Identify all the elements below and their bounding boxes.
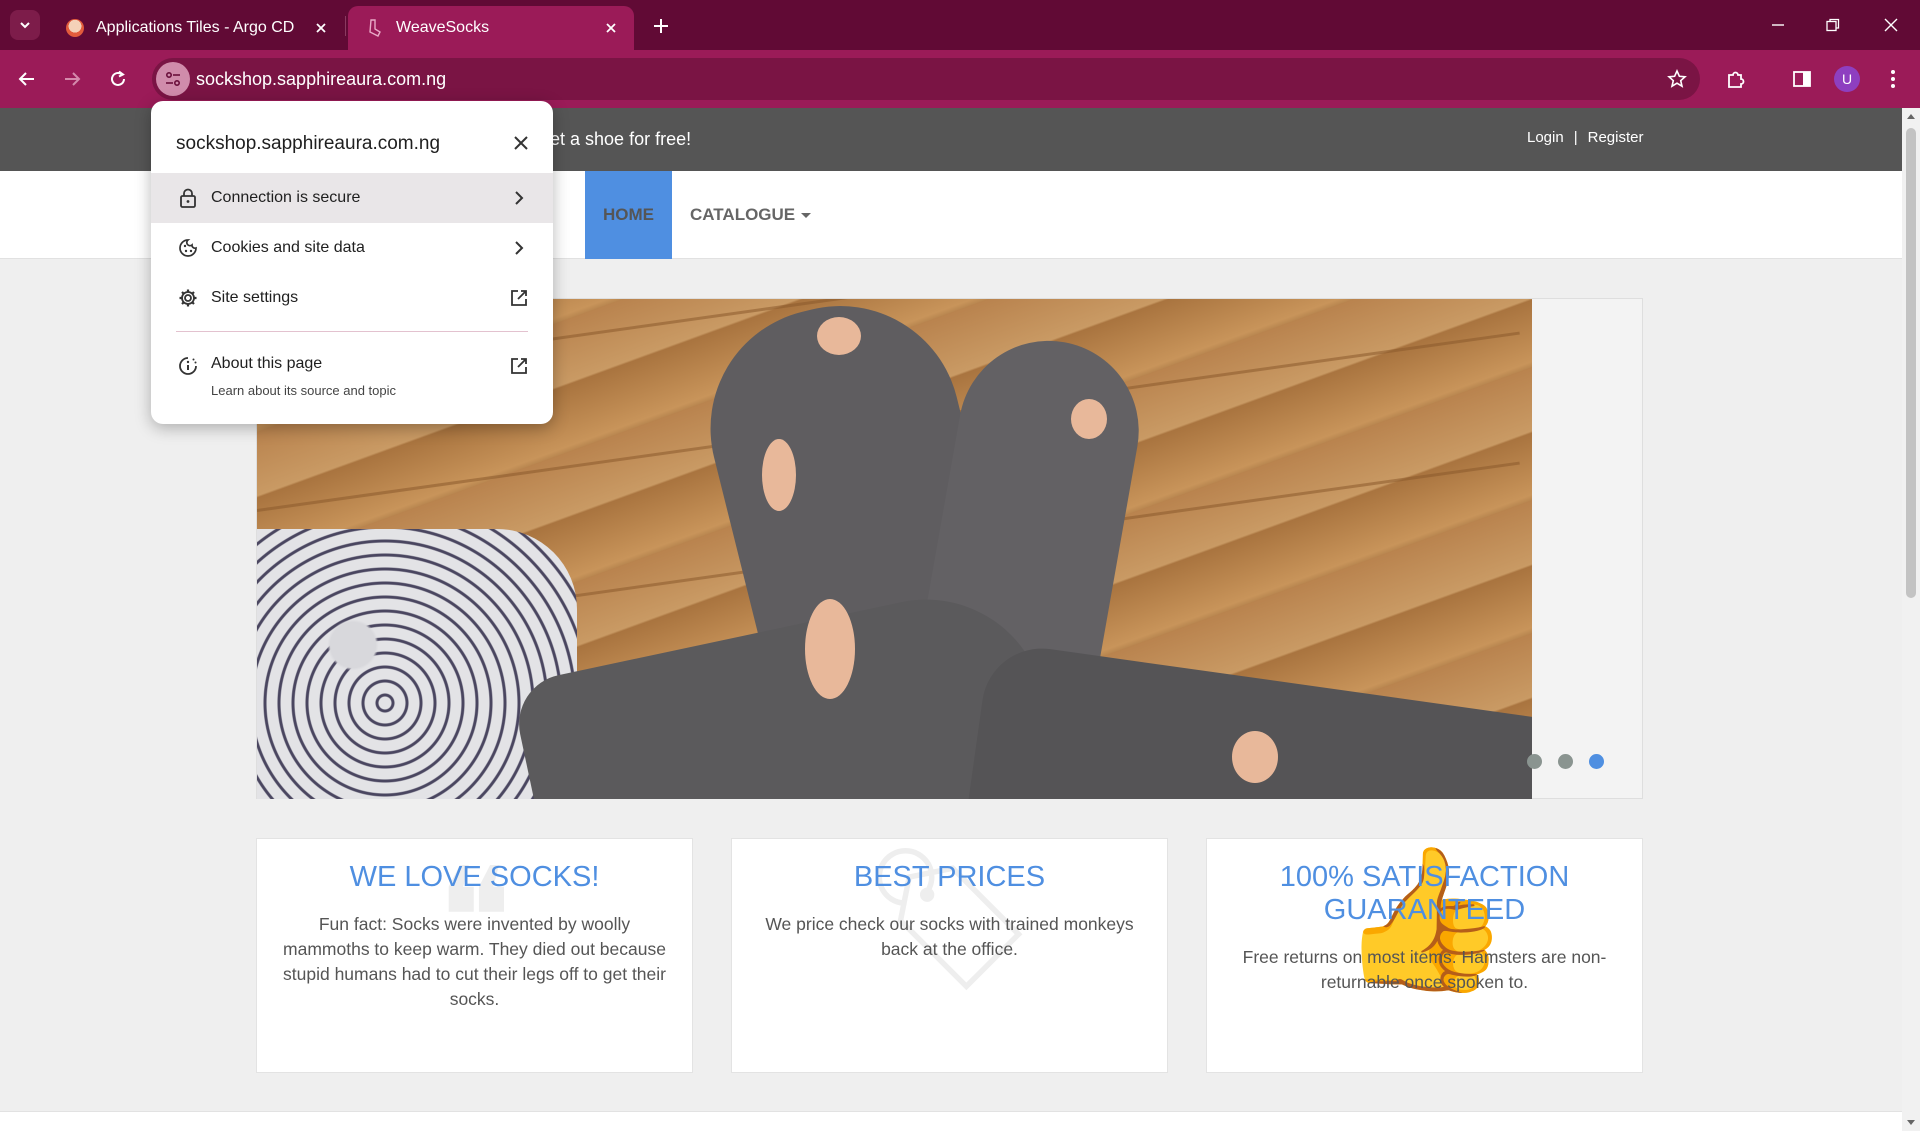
tab-title: WeaveSocks — [396, 19, 490, 36]
feature-card: 👍 100% SATISFACTION GUARANTEED Free retu… — [1206, 838, 1643, 1073]
sock-hole — [762, 439, 796, 511]
bookmark-star-button[interactable] — [1664, 66, 1690, 92]
about-page-icon — [176, 354, 200, 378]
reload-icon — [111, 70, 125, 86]
more-vertical-icon — [1891, 70, 1895, 88]
tab-argo-cd[interactable]: Applications Tiles - Argo CD — [48, 6, 344, 50]
nav-home-link[interactable]: HOME — [585, 171, 672, 259]
popup-host: sockshop.sapphireaura.com.ng — [176, 133, 441, 154]
browser-menu-button[interactable] — [1878, 64, 1908, 94]
minimize-icon — [1772, 24, 1784, 26]
site-settings-item[interactable]: Site settings — [151, 273, 553, 323]
side-panel-button[interactable] — [1787, 64, 1817, 94]
argo-favicon-icon — [66, 19, 84, 37]
caret-down-icon — [801, 213, 812, 219]
auth-separator: | — [1573, 129, 1578, 146]
about-this-page-label: About this page — [211, 355, 323, 372]
tab-separator — [345, 16, 346, 36]
popup-divider — [176, 331, 528, 332]
restore-button[interactable] — [1818, 12, 1848, 38]
tab-title: Applications Tiles - Argo CD — [96, 19, 295, 36]
side-panel-icon — [1793, 71, 1811, 87]
page-scrollbar[interactable] — [1902, 108, 1920, 1131]
close-window-button[interactable] — [1876, 12, 1906, 38]
carousel-indicators — [1527, 754, 1604, 769]
arrow-left-icon — [18, 72, 34, 86]
close-tab-icon[interactable] — [600, 17, 622, 39]
url-text: sockshop.sapphireaura.com.ng — [196, 69, 447, 89]
site-info-button[interactable] — [156, 62, 190, 96]
next-section — [0, 1111, 1902, 1131]
scroll-up-arrow-icon[interactable] — [1907, 114, 1915, 119]
external-link-icon — [507, 286, 531, 310]
scrollbar-thumb[interactable] — [1906, 128, 1916, 598]
close-icon — [1884, 18, 1898, 32]
connection-secure-label: Connection is secure — [211, 189, 361, 206]
address-bar[interactable]: sockshop.sapphireaura.com.ng — [152, 58, 1700, 100]
gear-icon — [176, 286, 200, 310]
close-icon — [514, 136, 528, 150]
restore-icon — [1826, 18, 1840, 32]
feature-text: We price check our socks with trained mo… — [765, 914, 1134, 959]
sock-hole — [805, 599, 855, 699]
carousel-dot-active[interactable] — [1589, 754, 1604, 769]
feature-title: BEST PRICES — [853, 861, 1046, 893]
sock-hole — [1232, 731, 1278, 783]
plus-icon — [654, 19, 668, 33]
forward-button[interactable] — [57, 64, 87, 94]
sock-hole — [1071, 399, 1107, 439]
offer-text: get a shoe for free! — [540, 129, 692, 149]
puzzle-icon — [1728, 71, 1745, 88]
chevron-right-icon — [507, 186, 531, 210]
reload-button[interactable] — [103, 64, 133, 94]
popup-close-button[interactable] — [509, 131, 533, 155]
carousel-dot[interactable] — [1527, 754, 1542, 769]
cookies-site-data-label: Cookies and site data — [211, 239, 365, 256]
register-link[interactable]: Register — [1588, 129, 1644, 146]
feature-text: Free returns on most items. Hamsters are… — [1242, 947, 1607, 992]
sock-hole — [817, 317, 861, 355]
connection-secure-item[interactable]: Connection is secure — [151, 173, 553, 223]
sock-favicon-icon — [366, 19, 384, 37]
feature-card: ❝ WE LOVE SOCKS! Fun fact: Socks were in… — [256, 838, 693, 1073]
tune-icon — [165, 71, 181, 87]
feature-card: 🏷 BEST PRICES We price check our socks w… — [731, 838, 1168, 1073]
carousel-dot[interactable] — [1558, 754, 1573, 769]
auth-links: Login | Register — [1527, 129, 1643, 146]
login-link[interactable]: Login — [1527, 129, 1564, 146]
star-icon — [1667, 69, 1687, 88]
browser-toolbar: sockshop.sapphireaura.com.ng — [0, 50, 1920, 108]
lock-icon — [176, 186, 200, 210]
back-button[interactable] — [12, 64, 42, 94]
extensions-button[interactable] — [1721, 64, 1751, 94]
nav-catalogue-dropdown[interactable]: CATALOGUE — [690, 205, 812, 225]
feature-title: WE LOVE SOCKS! — [349, 861, 600, 893]
arrow-right-icon — [65, 72, 81, 86]
about-this-page-subtext: Learn about its source and topic — [211, 383, 397, 398]
cookies-site-data-item[interactable]: Cookies and site data — [151, 223, 553, 273]
chevron-down-icon — [20, 22, 30, 29]
chevron-right-icon — [507, 236, 531, 260]
feature-text: Fun fact: Socks were invented by woolly … — [283, 914, 666, 1009]
feature-title: 100% SATISFACTION GUARANTEED — [1279, 861, 1570, 926]
scroll-down-arrow-icon[interactable] — [1907, 1120, 1915, 1125]
new-tab-button[interactable] — [648, 13, 674, 39]
minimize-button[interactable] — [1763, 12, 1793, 38]
external-link-icon — [507, 354, 531, 378]
site-info-popup: sockshop.sapphireaura.com.ng Connection … — [151, 101, 553, 424]
close-tab-icon[interactable] — [310, 17, 332, 39]
site-settings-label: Site settings — [211, 289, 299, 306]
cookie-icon — [176, 236, 200, 260]
tab-search-button[interactable] — [10, 10, 40, 40]
nav-catalogue-label: CATALOGUE — [690, 205, 796, 224]
browser-tab-strip: Applications Tiles - Argo CD WeaveSocks — [0, 0, 1920, 50]
profile-avatar[interactable]: U — [1834, 66, 1860, 92]
tab-weavesocks[interactable]: WeaveSocks — [348, 6, 634, 50]
